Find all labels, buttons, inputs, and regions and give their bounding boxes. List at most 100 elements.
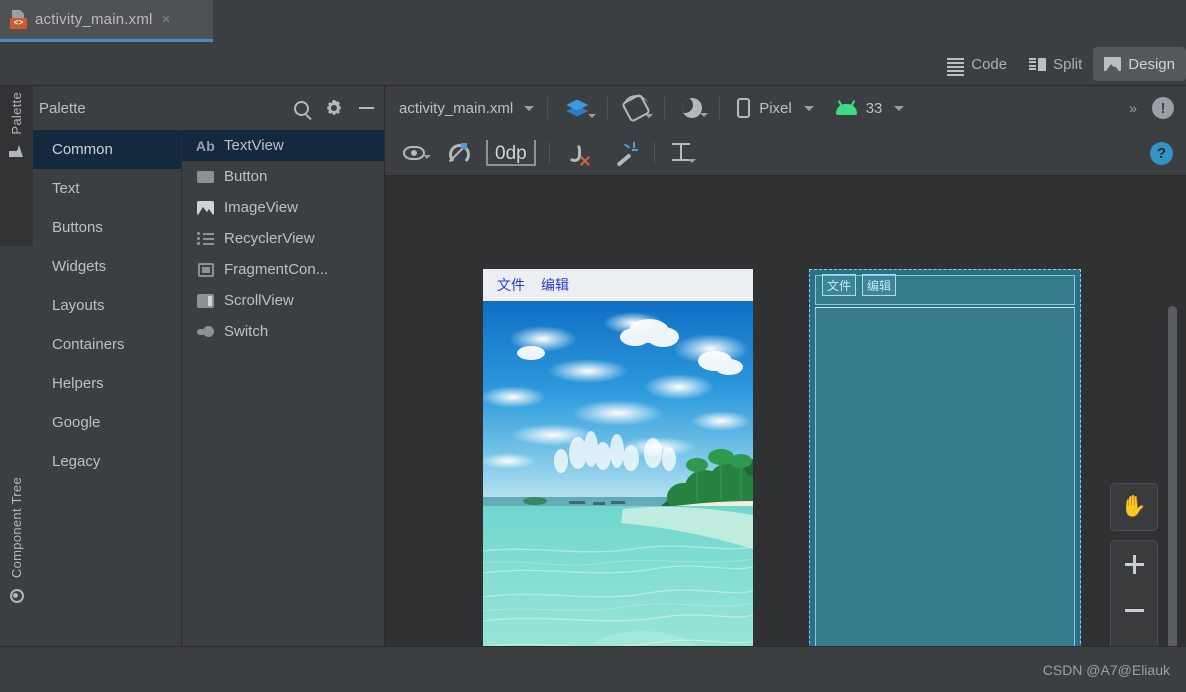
editor-tab-activity-main-xml[interactable]: <> activity_main.xml × bbox=[0, 0, 213, 42]
api-level-label: 33 bbox=[865, 99, 883, 117]
palette-header: Palette bbox=[33, 86, 384, 130]
palette-item-label: ImageView bbox=[224, 199, 298, 216]
palette-category-widgets[interactable]: Widgets bbox=[33, 247, 181, 286]
palette-item-button[interactable]: Button bbox=[182, 161, 384, 192]
chevron-down-icon bbox=[687, 158, 696, 163]
button-icon bbox=[196, 170, 215, 183]
device-preview[interactable]: 文件 编辑 bbox=[483, 269, 753, 646]
infer-constraints-button[interactable] bbox=[611, 141, 641, 167]
tab-code[interactable]: Code bbox=[936, 47, 1018, 81]
chevron-down-icon bbox=[894, 105, 905, 111]
palette-item-label: TextView bbox=[224, 137, 284, 154]
tab-split[interactable]: Split bbox=[1018, 47, 1093, 81]
hand-icon: ✋ bbox=[1120, 495, 1148, 518]
overflow-chevron-icon[interactable]: » bbox=[1129, 100, 1137, 116]
status-bar: CSDN @A7@Eliauk bbox=[0, 646, 1186, 692]
chevron-down-icon bbox=[588, 113, 597, 118]
tool-tab-palette[interactable]: Palette bbox=[0, 86, 33, 246]
theme-button[interactable] bbox=[678, 98, 709, 118]
palette-item-scrollview[interactable]: ScrollView bbox=[182, 285, 384, 316]
palette-item-textview[interactable]: Ab TextView bbox=[182, 130, 384, 161]
pan-tool-group: ✋ bbox=[1110, 483, 1158, 531]
blueprint-menu-item-edit[interactable]: 编辑 bbox=[862, 274, 897, 296]
pan-tool-button[interactable]: ✋ bbox=[1111, 484, 1157, 530]
api-selector[interactable]: 33 bbox=[832, 100, 909, 117]
autoconnect-button[interactable] bbox=[443, 142, 471, 165]
palette-category-containers[interactable]: Containers bbox=[33, 325, 181, 364]
palette-item-switch[interactable]: Switch bbox=[182, 316, 384, 347]
canvas-vertical-scrollbar[interactable] bbox=[1168, 306, 1177, 646]
palette-category-google[interactable]: Google bbox=[33, 403, 181, 442]
palette-item-label: RecyclerView bbox=[224, 230, 315, 247]
zoom-in-button[interactable] bbox=[1111, 541, 1157, 587]
code-lines-icon bbox=[947, 57, 965, 76]
minimize-icon[interactable] bbox=[359, 107, 374, 109]
zoom-button-group: 1:1 bbox=[1110, 540, 1158, 646]
zoom-actual-size-button[interactable]: 1:1 bbox=[1111, 633, 1157, 646]
plus-icon bbox=[1124, 554, 1144, 574]
design-editor: activity_main.xml Pixel 33 » ! 0dp ? 文件 … bbox=[385, 86, 1186, 646]
palette-category-layouts[interactable]: Layouts bbox=[33, 286, 181, 325]
device-selector[interactable]: Pixel bbox=[733, 98, 818, 118]
palette-item-label: ScrollView bbox=[224, 292, 294, 309]
clear-constraints-icon bbox=[567, 142, 591, 166]
palette-category-text[interactable]: Text bbox=[33, 169, 181, 208]
layers-icon bbox=[565, 98, 590, 119]
android-studio-layout-editor: <> activity_main.xml × Code Split Design bbox=[0, 0, 1186, 692]
search-icon[interactable] bbox=[294, 100, 309, 116]
mode-toggle-group: Code Split Design bbox=[936, 47, 1186, 81]
tab-design-label: Design bbox=[1128, 55, 1175, 73]
blueprint-menu-item-file[interactable]: 文件 bbox=[822, 274, 857, 296]
toolbar-divider bbox=[653, 141, 655, 164]
close-icon[interactable]: × bbox=[162, 12, 171, 27]
zoom-controls: ✋ 1:1 bbox=[1110, 483, 1158, 646]
imageview-icon bbox=[196, 200, 215, 215]
palette-category-buttons[interactable]: Buttons bbox=[33, 208, 181, 247]
android-robot-icon bbox=[835, 99, 857, 115]
tropical-beach-photo bbox=[483, 301, 753, 646]
tab-design[interactable]: Design bbox=[1093, 47, 1186, 81]
toolbar-divider bbox=[548, 141, 550, 164]
palette-item-recyclerview[interactable]: RecyclerView bbox=[182, 223, 384, 254]
tool-tab-palette-label: Palette bbox=[9, 92, 24, 135]
blueprint-preview[interactable]: 文件 编辑 bbox=[809, 269, 1081, 646]
constraint-toolbar-right: ? bbox=[1150, 130, 1173, 176]
design-surface-mode-button[interactable] bbox=[561, 98, 597, 119]
tab-split-label: Split bbox=[1053, 55, 1083, 73]
chevron-down-icon bbox=[645, 114, 654, 118]
blueprint-content-area bbox=[815, 308, 1075, 646]
palette-category-legacy[interactable]: Legacy bbox=[33, 442, 181, 481]
palette-header-actions bbox=[294, 86, 374, 130]
chevron-down-icon bbox=[700, 113, 709, 117]
gear-icon[interactable] bbox=[326, 100, 342, 116]
preview-menu-item-edit[interactable]: 编辑 bbox=[541, 275, 569, 295]
scrollview-icon bbox=[196, 293, 215, 308]
toolbar-divider bbox=[547, 97, 549, 119]
design-toolbar-right: » ! bbox=[1129, 86, 1174, 130]
design-canvas[interactable]: 文件 编辑 文件 编辑 ✋ bbox=[385, 176, 1186, 646]
palette-category-helpers[interactable]: Helpers bbox=[33, 364, 181, 403]
switch-icon bbox=[196, 326, 215, 337]
layout-file-label: activity_main.xml bbox=[399, 99, 514, 117]
palette-body: Common Text Buttons Widgets Layouts Cont… bbox=[33, 130, 384, 646]
palette-category-common[interactable]: Common bbox=[33, 130, 181, 169]
zoom-out-button[interactable] bbox=[1111, 587, 1157, 633]
default-margin-field[interactable]: 0dp bbox=[486, 139, 536, 166]
magic-wand-icon bbox=[615, 141, 638, 167]
component-tree-icon bbox=[9, 589, 24, 604]
split-panes-icon bbox=[1029, 57, 1047, 71]
editor-tab-label: activity_main.xml bbox=[35, 11, 153, 28]
palette-item-fragmentcontainer[interactable]: FragmentCon... bbox=[182, 254, 384, 285]
view-options-button[interactable] bbox=[399, 145, 431, 160]
orientation-button[interactable] bbox=[621, 93, 654, 123]
autoconnect-magnet-icon bbox=[447, 142, 470, 165]
clear-constraints-button[interactable] bbox=[563, 142, 595, 166]
warning-badge-icon[interactable]: ! bbox=[1152, 97, 1174, 119]
layout-file-selector[interactable]: activity_main.xml bbox=[399, 99, 535, 117]
palette-item-imageview[interactable]: ImageView bbox=[182, 192, 384, 223]
guideline-button[interactable] bbox=[668, 142, 696, 164]
help-question-icon[interactable]: ? bbox=[1150, 141, 1173, 165]
tool-tab-component-tree[interactable]: Component Tree bbox=[0, 471, 33, 646]
palette-title: Palette bbox=[39, 99, 86, 117]
preview-menu-item-file[interactable]: 文件 bbox=[497, 275, 525, 295]
